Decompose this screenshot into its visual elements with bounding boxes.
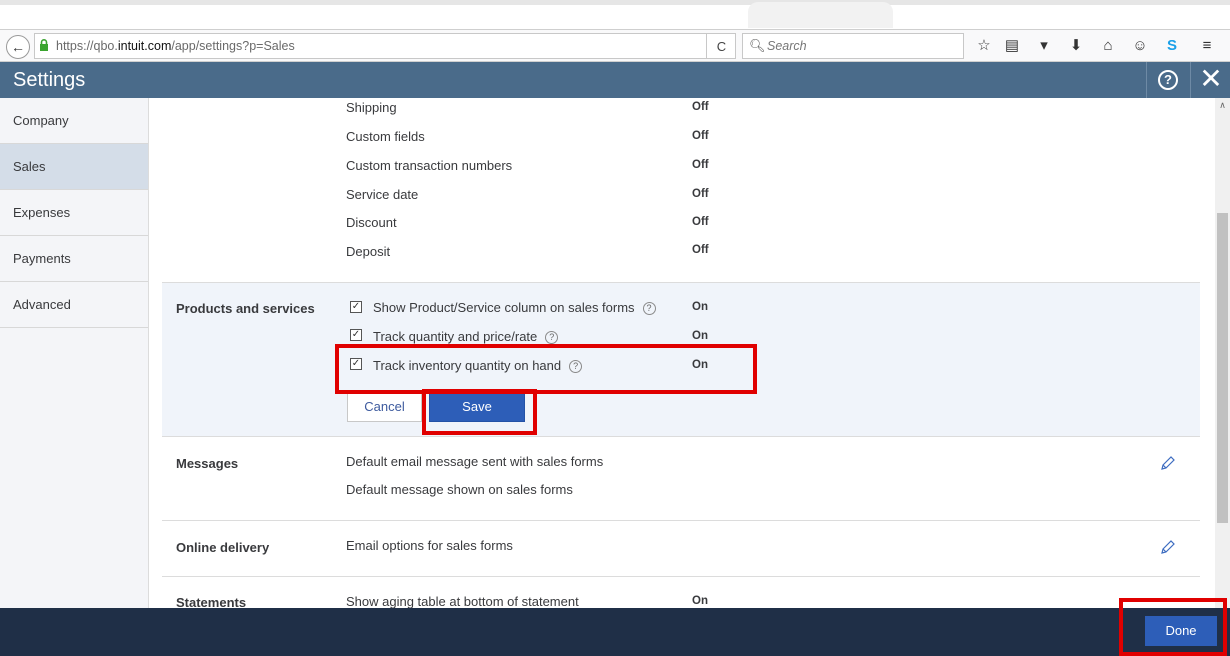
option-value-show-product-column: On — [692, 301, 708, 313]
setting-label-custom-fields: Custom fields — [346, 129, 425, 144]
reload-icon[interactable]: C — [706, 33, 736, 59]
section-divider — [162, 520, 1200, 521]
setting-value-service-date: Off — [692, 188, 709, 200]
setting-label-shipping: Shipping — [346, 100, 397, 115]
setting-label-aging-table: Show aging table at bottom of statement — [346, 594, 579, 608]
browser-tab[interactable] — [748, 2, 893, 28]
scroll-up-arrow-icon[interactable]: ∧ — [1215, 98, 1230, 112]
sidebar-item-company[interactable]: Company — [0, 98, 148, 144]
section-title-statements: Statements — [176, 595, 247, 608]
search-placeholder: Search — [767, 39, 807, 53]
pencil-icon[interactable] — [1160, 539, 1176, 555]
browser-tab-strip — [0, 0, 1230, 30]
url-host: intuit.com — [117, 39, 172, 53]
setting-label-default-email-message: Default email message sent with sales fo… — [346, 454, 604, 469]
setting-value-custom-transaction-numbers: Off — [692, 159, 709, 171]
section-title-products-services: Products and services — [176, 301, 315, 316]
search-input[interactable]: 🔍︎ Search — [742, 33, 964, 59]
sidebar-item-advanced[interactable]: Advanced — [0, 282, 148, 328]
content-scrollbar[interactable]: ∧ — [1215, 98, 1230, 608]
option-value-track-quantity-price: On — [692, 330, 708, 342]
help-icon[interactable]: ? — [642, 302, 656, 315]
star-icon[interactable]: ☆ — [975, 37, 993, 55]
tab-strip-area — [0, 5, 1230, 30]
help-icon[interactable]: ? — [1158, 70, 1178, 90]
settings-footer: Done — [0, 608, 1230, 656]
header-divider — [1146, 62, 1147, 98]
hamburger-menu-icon[interactable]: ≡ — [1198, 37, 1216, 55]
download-icon[interactable]: ⬇ — [1067, 37, 1085, 55]
sidebar-item-expenses[interactable]: Expenses — [0, 190, 148, 236]
section-divider — [162, 576, 1200, 577]
header-divider — [1190, 62, 1191, 98]
highlight-done-button — [1119, 598, 1227, 656]
reading-list-icon[interactable]: ▤ — [1003, 37, 1021, 55]
checkbox-show-product-column[interactable]: ✓ — [350, 301, 362, 313]
option-label: Show Product/Service column on sales for… — [373, 300, 635, 315]
close-icon[interactable]: ✕ — [1198, 64, 1224, 94]
setting-label-deposit: Deposit — [346, 244, 391, 259]
help-icon[interactable]: ? — [545, 331, 559, 344]
browser-navbar: ← https://qbo.intuit.com/app/settings?p=… — [0, 30, 1230, 62]
option-show-product-column: Show Product/Service column on sales for… — [373, 300, 656, 315]
pocket-icon[interactable]: ▾ — [1035, 37, 1053, 55]
url-prefix: https://qbo. — [56, 39, 118, 53]
url-text[interactable]: https://qbo.intuit.com/app/settings?p=Sa… — [56, 34, 706, 58]
url-path: /app/settings?p=Sales — [171, 39, 295, 53]
home-icon[interactable]: ⌂ — [1099, 37, 1117, 55]
option-track-quantity-price: Track quantity and price/rate? — [373, 329, 559, 344]
setting-value-discount: Off — [692, 216, 709, 228]
setting-label-default-message: Default message shown on sales forms — [346, 482, 573, 497]
setting-label-discount: Discount — [346, 215, 397, 230]
chat-icon[interactable]: ☺ — [1131, 37, 1149, 55]
checkbox-track-quantity-price[interactable]: ✓ — [350, 329, 362, 341]
setting-value-shipping: Off — [692, 101, 709, 113]
settings-sidebar: Company Sales Expenses Payments Advanced — [0, 98, 149, 608]
highlight-save-button — [422, 389, 537, 435]
highlight-track-inventory — [335, 344, 757, 394]
sidebar-item-payments[interactable]: Payments — [0, 236, 148, 282]
scroll-thumb[interactable] — [1217, 213, 1228, 523]
skype-icon[interactable]: S — [1163, 37, 1181, 55]
setting-value-aging-table: On — [692, 595, 708, 607]
pencil-icon[interactable] — [1160, 455, 1176, 471]
lock-icon — [40, 39, 48, 51]
setting-label-custom-transaction-numbers: Custom transaction numbers — [346, 158, 513, 173]
settings-header: Settings ? ✕ — [0, 62, 1230, 98]
setting-value-custom-fields: Off — [692, 130, 709, 142]
back-arrow-icon[interactable]: ← — [6, 35, 30, 59]
page-title: Settings — [13, 69, 86, 91]
sidebar-item-sales[interactable]: Sales — [0, 144, 148, 190]
search-icon: 🔍︎ — [749, 38, 766, 53]
option-label: Track quantity and price/rate — [373, 329, 538, 344]
section-title-online-delivery: Online delivery — [176, 540, 270, 555]
section-title-messages: Messages — [176, 456, 239, 471]
setting-label-email-options: Email options for sales forms — [346, 538, 513, 553]
setting-value-deposit: Off — [692, 244, 709, 256]
cancel-button[interactable]: Cancel — [347, 392, 422, 422]
setting-label-service-date: Service date — [346, 187, 419, 202]
